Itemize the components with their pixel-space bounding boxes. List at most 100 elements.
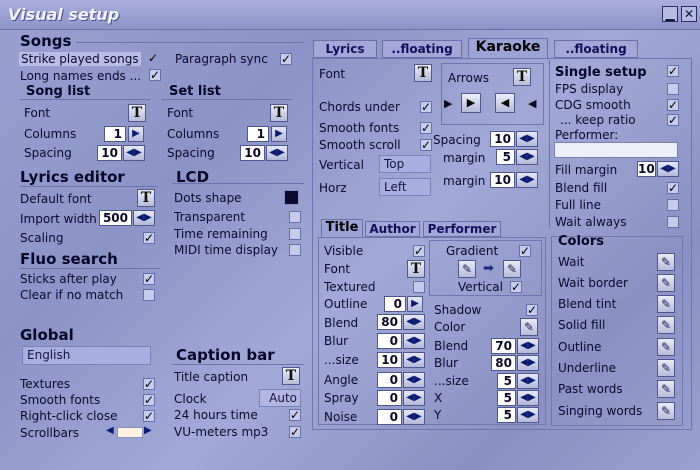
color-past-words-button[interactable]: ✎	[657, 380, 675, 398]
blend-input[interactable]: 80	[377, 314, 402, 330]
fps-checkbox[interactable]	[667, 83, 679, 95]
set-list-spacing-input[interactable]: 10	[240, 145, 265, 161]
tab-author[interactable]: Author	[365, 221, 420, 237]
margin-input[interactable]: 5	[496, 149, 515, 165]
horz-select[interactable]: Left	[379, 178, 431, 196]
shadow-size-input[interactable]: 5	[497, 373, 516, 389]
shadow-checkbox[interactable]	[526, 304, 538, 316]
full-line-checkbox[interactable]	[667, 199, 679, 211]
outline-input[interactable]: 0	[384, 296, 406, 312]
set-list-font-button[interactable]: T	[270, 104, 288, 122]
language-select[interactable]: English	[22, 346, 151, 365]
spacing-k-input[interactable]: 10	[490, 131, 515, 147]
tab-performer[interactable]: Performer	[423, 221, 501, 237]
margin2-input[interactable]: 10	[490, 172, 515, 188]
margin2-spinner[interactable]: ◀▶	[516, 172, 538, 188]
scrollbar-thumb[interactable]	[117, 427, 143, 438]
spray-spinner[interactable]: ◀▶	[403, 390, 425, 406]
tab-karaoke[interactable]: Karaoke	[468, 38, 548, 58]
transparent-checkbox[interactable]	[289, 211, 301, 223]
smooth-fonts-checkbox[interactable]	[143, 394, 155, 406]
vu-checkbox[interactable]	[289, 426, 301, 438]
song-list-spacing-input[interactable]: 10	[97, 145, 122, 161]
wait-always-checkbox[interactable]	[667, 216, 679, 228]
shadow-blend-input[interactable]: 70	[491, 338, 516, 354]
shadow-blur-input[interactable]: 80	[491, 355, 516, 371]
hours24-checkbox[interactable]	[289, 409, 301, 421]
shadow-y-input[interactable]: 5	[497, 407, 516, 423]
visible-checkbox[interactable]	[413, 245, 425, 257]
song-list-font-button[interactable]: T	[128, 104, 146, 122]
gradient-vertical-checkbox[interactable]	[510, 281, 522, 293]
title-font-button[interactable]: T	[407, 260, 425, 278]
color-underline-button[interactable]: ✎	[657, 359, 675, 377]
set-list-columns-input[interactable]: 1	[247, 126, 269, 142]
tab-lyrics[interactable]: Lyrics	[313, 40, 377, 58]
size-input[interactable]: 10	[377, 352, 402, 368]
color-singing-words-button[interactable]: ✎	[657, 402, 675, 420]
gradient-color-2-button[interactable]: ✎	[503, 260, 521, 278]
strike-played-checkbox[interactable]	[147, 53, 159, 65]
karaoke-font-button[interactable]: T	[414, 64, 432, 82]
blur-spinner[interactable]: ◀▶	[403, 333, 425, 349]
shadow-x-spinner[interactable]: ◀▶	[517, 390, 539, 406]
performer-input[interactable]	[554, 142, 678, 158]
color-blend-tint-button[interactable]: ✎	[657, 295, 675, 313]
import-width-spinner[interactable]: ◀▶	[133, 210, 155, 226]
set-list-columns-spinner[interactable]: ▶	[271, 126, 287, 142]
right-click-checkbox[interactable]	[143, 410, 155, 422]
textures-checkbox[interactable]	[143, 378, 155, 390]
gradient-color-1-button[interactable]: ✎	[458, 260, 476, 278]
color-solid-fill-button[interactable]: ✎	[657, 316, 675, 334]
tab-title[interactable]: Title	[321, 219, 363, 237]
vertical-select[interactable]: Top	[379, 155, 431, 173]
set-list-spacing-spinner[interactable]: ◀▶	[266, 145, 288, 161]
gradient-checkbox[interactable]	[519, 245, 531, 257]
shadow-size-spinner[interactable]: ◀▶	[517, 373, 539, 389]
import-width-input[interactable]: 500	[99, 210, 132, 226]
shadow-blur-spinner[interactable]: ◀▶	[517, 355, 539, 371]
textured-checkbox[interactable]	[413, 281, 425, 293]
angle-spinner[interactable]: ◀▶	[403, 372, 425, 388]
size-spinner[interactable]: ◀▶	[403, 352, 425, 368]
shadow-y-spinner[interactable]: ◀▶	[517, 407, 539, 423]
keep-ratio-checkbox[interactable]	[667, 114, 679, 126]
smooth-fonts-k-checkbox[interactable]	[420, 122, 432, 134]
color-wait-border-button[interactable]: ✎	[657, 274, 675, 292]
shadow-x-input[interactable]: 5	[497, 390, 516, 406]
paragraph-sync-checkbox[interactable]	[280, 53, 292, 65]
clock-select[interactable]: Auto	[259, 389, 301, 407]
arrows-font-button[interactable]: T	[513, 68, 531, 86]
angle-input[interactable]: 0	[377, 372, 402, 388]
color-outline-button[interactable]: ✎	[657, 338, 675, 356]
tab-lyrics-floating[interactable]: ..floating	[382, 40, 462, 58]
spray-input[interactable]: 0	[377, 390, 402, 406]
time-remaining-checkbox[interactable]	[289, 228, 301, 240]
title-caption-font-button[interactable]: T	[282, 367, 300, 385]
tab-karaoke-floating[interactable]: ..floating	[554, 40, 638, 58]
color-wait-button[interactable]: ✎	[657, 253, 675, 271]
smooth-scroll-checkbox[interactable]	[420, 139, 432, 151]
shadow-blend-spinner[interactable]: ◀▶	[517, 338, 539, 354]
dots-shape-selector[interactable]	[284, 190, 299, 205]
margin-spinner[interactable]: ◀▶	[516, 149, 538, 165]
fill-margin-input[interactable]: 10	[637, 161, 656, 177]
song-list-spacing-spinner[interactable]: ◀▶	[123, 145, 145, 161]
clear-checkbox[interactable]	[143, 289, 155, 301]
arrow-right-button[interactable]: ▶	[461, 93, 481, 113]
noise-input[interactable]: 0	[377, 409, 402, 425]
song-list-columns-input[interactable]: 1	[104, 126, 126, 142]
close-button[interactable]: ✕	[681, 6, 697, 22]
minimize-button[interactable]: ▁	[662, 6, 678, 22]
noise-spinner[interactable]: ◀▶	[403, 409, 425, 425]
sticks-checkbox[interactable]	[143, 273, 155, 285]
fill-margin-spinner[interactable]: ◀▶	[657, 161, 679, 177]
blend-spinner[interactable]: ◀▶	[403, 314, 425, 330]
scrollbars-slider[interactable]: ◀ ▶	[106, 425, 154, 439]
scaling-checkbox[interactable]	[143, 232, 155, 244]
blur-input[interactable]: 0	[377, 333, 402, 349]
song-list-columns-spinner[interactable]: ▶	[128, 126, 144, 142]
blend-fill-checkbox[interactable]	[667, 182, 679, 194]
arrow-left-button[interactable]: ◀	[495, 93, 515, 113]
outline-spinner[interactable]: ▶	[407, 296, 423, 312]
